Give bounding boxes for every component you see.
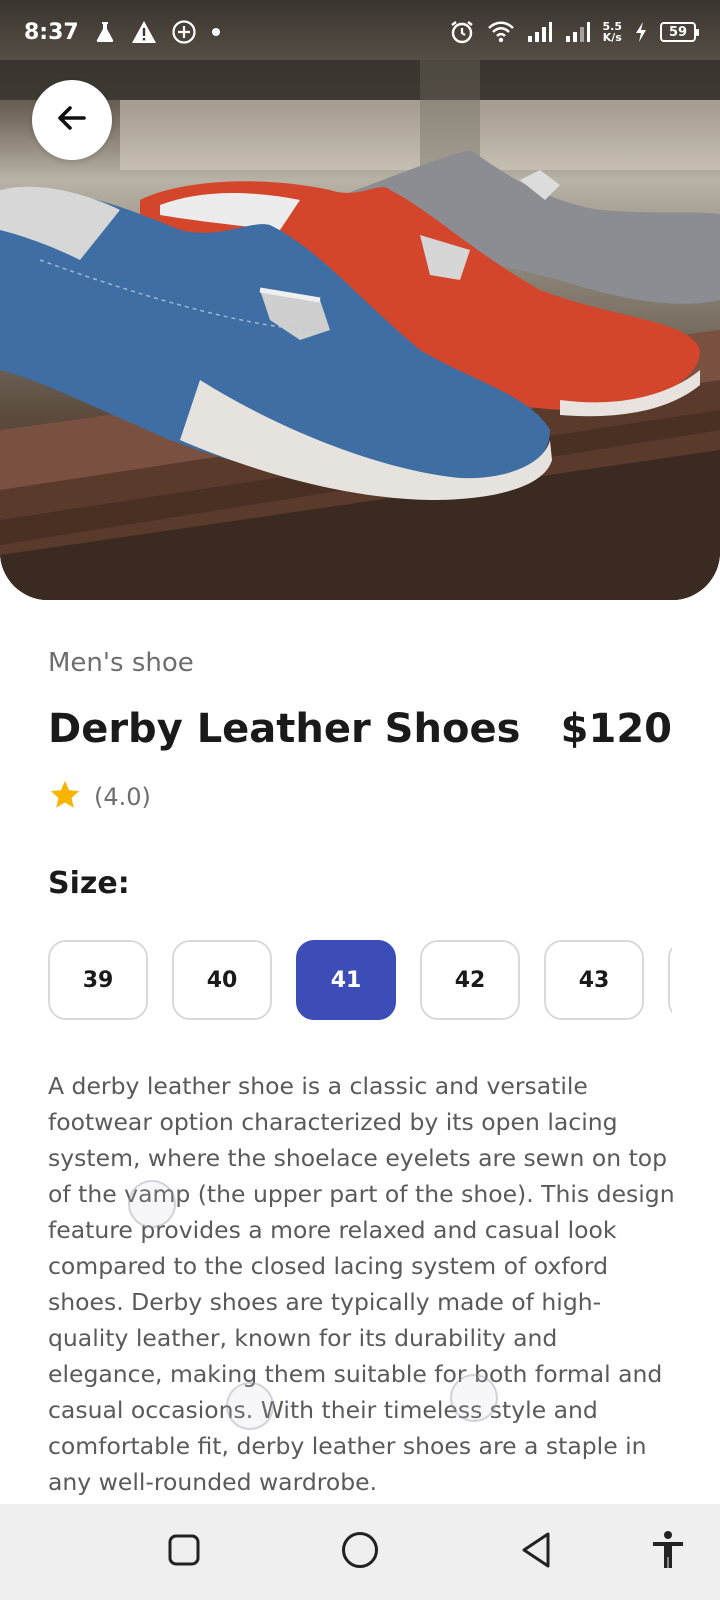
size-selector: 39 40 41 42 43: [48, 940, 672, 1020]
product-category: Men's shoe: [48, 648, 194, 678]
alarm-icon: [449, 19, 475, 45]
signal-icon: [527, 21, 553, 43]
touch-indicator: [450, 1374, 498, 1422]
size-option-selected[interactable]: 41: [296, 940, 396, 1020]
wifi-icon: [487, 20, 515, 44]
size-option[interactable]: 39: [48, 940, 148, 1020]
dot-icon: [211, 27, 221, 37]
navigation-bar: [0, 1504, 720, 1600]
plus-circle-icon: [171, 19, 197, 45]
product-description: A derby leather shoe is a classic and ve…: [48, 1072, 675, 1496]
home-button[interactable]: [336, 1528, 384, 1576]
back-button[interactable]: [32, 80, 112, 160]
product-image: [0, 0, 720, 600]
rating-value: (4.0): [94, 783, 151, 811]
network-speed-unit: K/s: [602, 31, 622, 44]
battery-icon: 59: [660, 22, 699, 42]
star-icon: [48, 778, 82, 816]
home-circle-icon: [340, 1530, 380, 1574]
arrow-left-icon: [54, 100, 90, 140]
back-triangle-icon: [518, 1531, 554, 1573]
size-label: Size:: [48, 866, 130, 901]
size-option[interactable]: 42: [420, 940, 520, 1020]
size-option[interactable]: 43: [544, 940, 644, 1020]
status-time: 8:37: [24, 19, 79, 45]
touch-indicator: [128, 1180, 176, 1228]
loafers-photo: [0, 60, 720, 600]
back-nav-button[interactable]: [512, 1528, 560, 1576]
warning-icon: [131, 20, 157, 44]
status-bar: 8:37 5.5 K/s 59: [0, 0, 720, 64]
size-option-partial[interactable]: [668, 940, 672, 1020]
product-title: Derby Leather Shoes: [48, 706, 521, 752]
size-option[interactable]: 40: [172, 940, 272, 1020]
rating: (4.0): [48, 778, 151, 816]
recents-square-icon: [166, 1532, 202, 1572]
signal-icon: [565, 21, 591, 43]
flask-icon: [93, 20, 117, 44]
accessibility-button[interactable]: [644, 1528, 692, 1576]
charging-icon: [634, 21, 648, 43]
accessibility-icon: [650, 1530, 686, 1574]
touch-indicator: [226, 1382, 274, 1430]
network-speed: 5.5 K/s: [603, 21, 623, 43]
recents-button[interactable]: [160, 1528, 208, 1576]
product-price: $120: [560, 706, 672, 752]
title-row: Derby Leather Shoes $120: [48, 706, 672, 752]
